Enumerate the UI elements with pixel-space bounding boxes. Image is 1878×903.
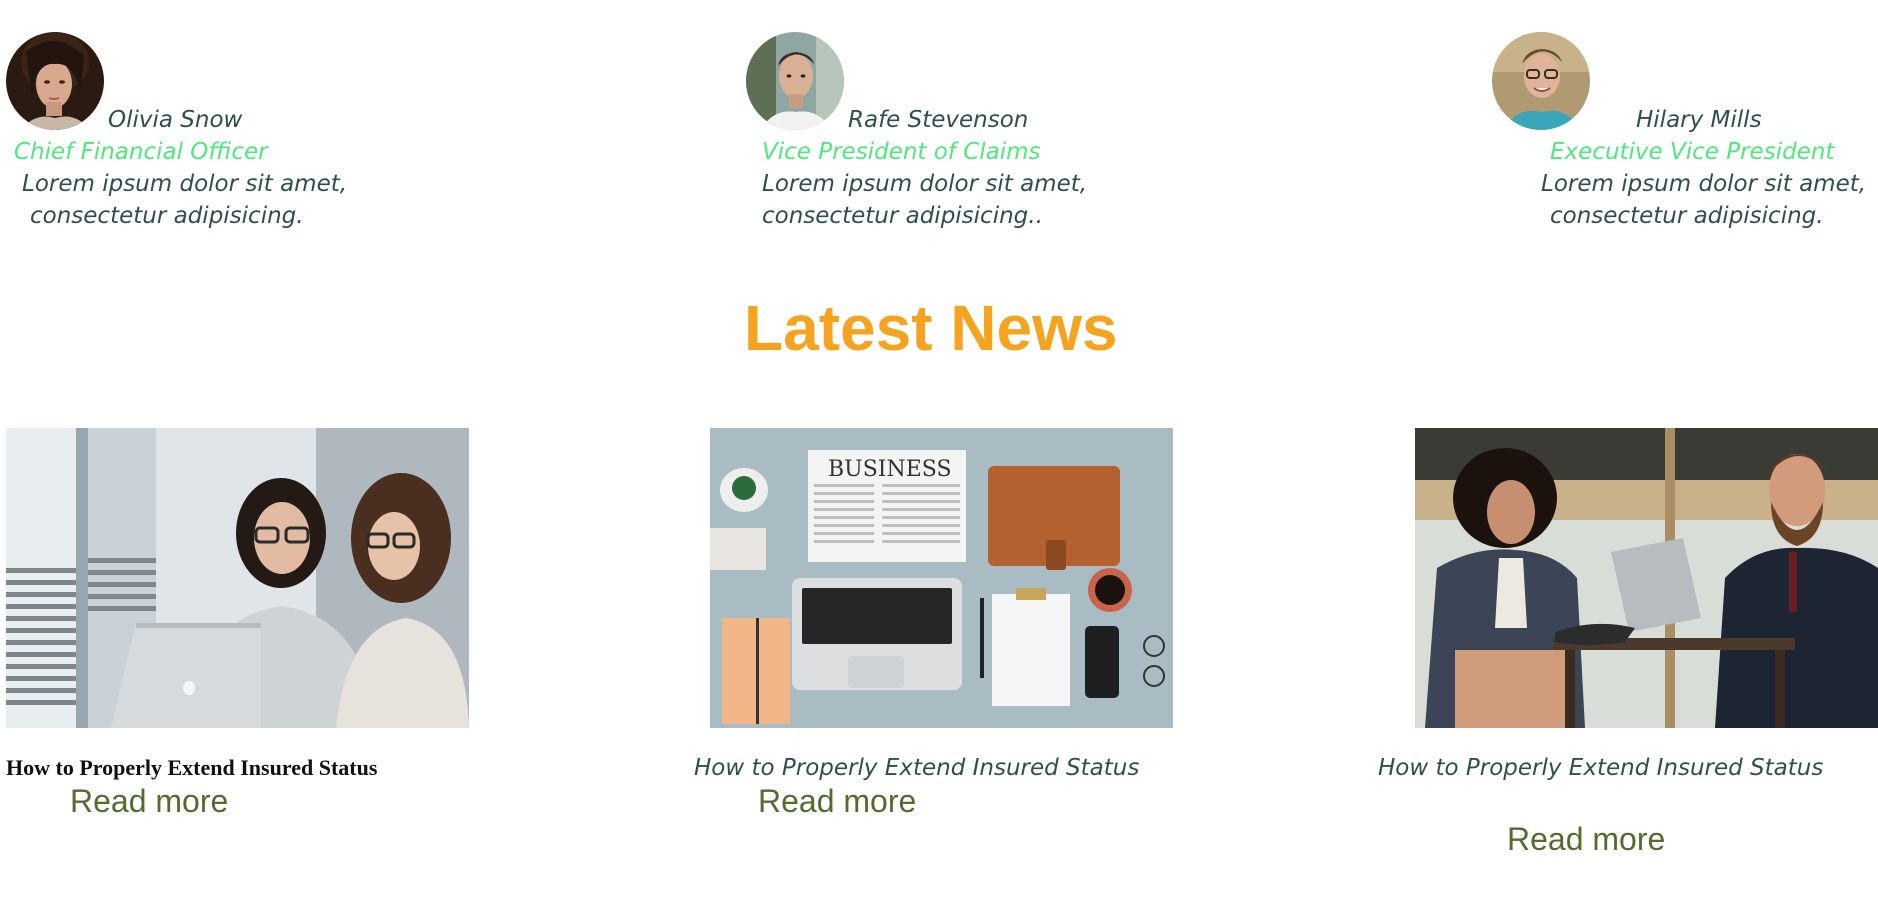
news-headline[interactable]: How to Properly Extend Insured Status <box>694 754 1139 782</box>
desk-flatlay-photo: BUSINESS <box>710 428 1173 728</box>
member-role: Vice President of Claims <box>762 139 1041 165</box>
member-role: Chief Financial Officer <box>14 139 268 165</box>
avatar <box>1492 32 1590 130</box>
member-description: Lorem ipsum dolor sit amet, <box>1541 171 1867 197</box>
portrait-photo <box>746 32 844 130</box>
news-headline[interactable]: How to Properly Extend Insured Status <box>1378 754 1823 782</box>
member-description: Lorem ipsum dolor sit amet, <box>762 171 1088 197</box>
portrait-photo <box>1492 32 1590 130</box>
news-image[interactable] <box>1415 428 1878 728</box>
member-description: consectetur adipisicing. <box>30 203 304 229</box>
member-name: Rafe Stevenson <box>848 107 1029 133</box>
business-meeting-photo <box>1415 428 1878 728</box>
avatar <box>6 32 104 130</box>
read-more-link[interactable]: Read more <box>758 782 916 820</box>
avatar <box>746 32 844 130</box>
member-role: Executive Vice President <box>1550 139 1835 165</box>
section-heading: Latest News <box>744 292 1118 364</box>
member-description: consectetur adipisicing. <box>1550 203 1824 229</box>
news-image[interactable] <box>6 428 469 728</box>
member-name: Olivia Snow <box>108 107 243 133</box>
portrait-photo <box>6 32 104 130</box>
read-more-link[interactable]: Read more <box>1507 820 1665 858</box>
news-headline[interactable]: How to Properly Extend Insured Status <box>6 754 377 782</box>
member-description: Lorem ipsum dolor sit amet, <box>22 171 348 197</box>
two-women-laptop-photo <box>6 428 469 728</box>
read-more-link[interactable]: Read more <box>70 782 228 820</box>
member-name: Hilary Mills <box>1636 107 1762 133</box>
newspaper-masthead: BUSINESS <box>828 457 952 482</box>
news-image[interactable]: BUSINESS <box>710 428 1173 728</box>
member-description: consectetur adipisicing.. <box>762 203 1043 229</box>
